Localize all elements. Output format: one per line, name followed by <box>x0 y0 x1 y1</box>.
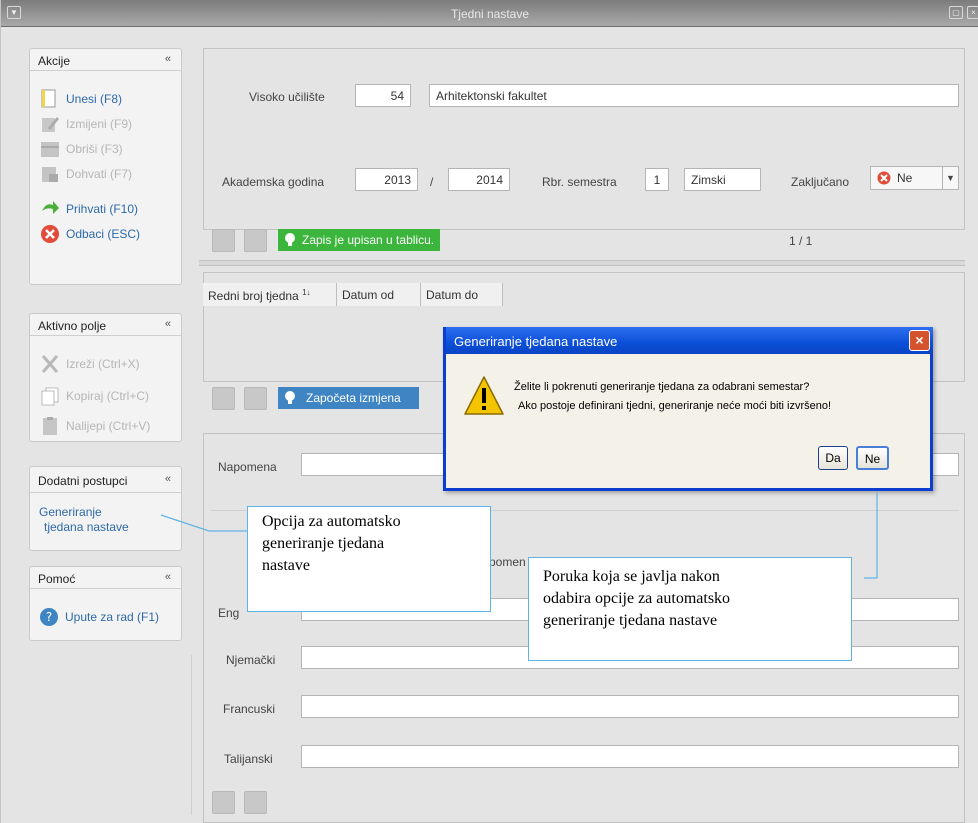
callout-left: Opcija za automatsko generiranje tjedana… <box>247 506 491 612</box>
callout-line: odabira opcije za automatsko <box>543 590 731 607</box>
callout-line: nastave <box>262 557 310 574</box>
callout-line: Opcija za automatsko <box>262 513 401 530</box>
callout-line: generiranje tjedana <box>262 535 385 552</box>
app-window: ▼ Tjedni nastave ▢ × Akcije « Unesi (F8)… <box>0 0 978 823</box>
callout-connectors <box>160 492 878 579</box>
callout-right: Poruka koja se javlja nakon odabira opci… <box>528 557 852 661</box>
callout-line: generiranje tjedana nastave <box>543 612 718 629</box>
callout-line: Poruka koja se javlja nakon <box>543 568 720 585</box>
